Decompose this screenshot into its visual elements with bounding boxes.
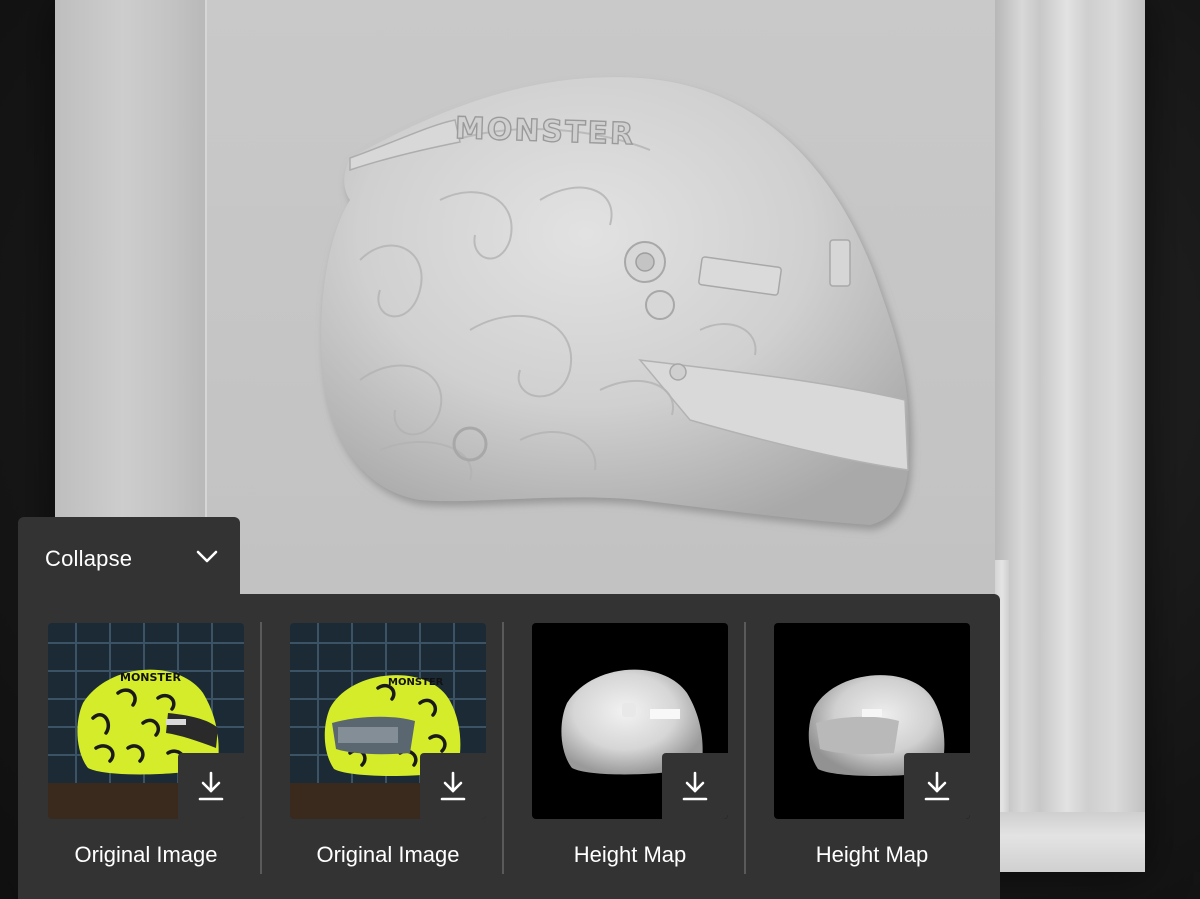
download-button[interactable] xyxy=(662,753,728,819)
download-button[interactable] xyxy=(904,753,970,819)
svg-text:MONSTER: MONSTER xyxy=(120,671,181,684)
relief-brand-text: MONSTER xyxy=(454,111,635,152)
card-original-image-1: MONSTER Original Image xyxy=(18,594,260,899)
card-label: Height Map xyxy=(573,842,687,867)
card-height-map-2: Height Map xyxy=(744,594,986,899)
card-original-image-2: MONSTER Original Image xyxy=(260,594,502,899)
card-label: Original Image xyxy=(316,842,460,867)
image-panel: MONSTER Original Image MONSTER Original … xyxy=(18,594,1000,899)
card-height-map-1: Height Map xyxy=(502,594,744,899)
download-icon xyxy=(682,771,708,801)
height-map-thumbnail[interactable] xyxy=(532,623,728,819)
download-icon xyxy=(198,771,224,801)
download-button[interactable] xyxy=(178,753,244,819)
original-image-thumbnail[interactable]: MONSTER xyxy=(290,623,486,819)
collapse-label: Collapse xyxy=(45,546,133,571)
svg-text:MONSTER: MONSTER xyxy=(388,677,444,688)
height-map-thumbnail[interactable] xyxy=(774,623,970,819)
original-image-thumbnail[interactable]: MONSTER xyxy=(48,623,244,819)
image-cards: MONSTER Original Image MONSTER Original … xyxy=(18,594,1000,899)
card-label: Height Map xyxy=(815,842,929,867)
chevron-down-icon xyxy=(196,550,218,563)
download-button[interactable] xyxy=(420,753,486,819)
card-label: Original Image xyxy=(74,842,218,867)
download-icon xyxy=(440,771,466,801)
download-icon xyxy=(924,771,950,801)
